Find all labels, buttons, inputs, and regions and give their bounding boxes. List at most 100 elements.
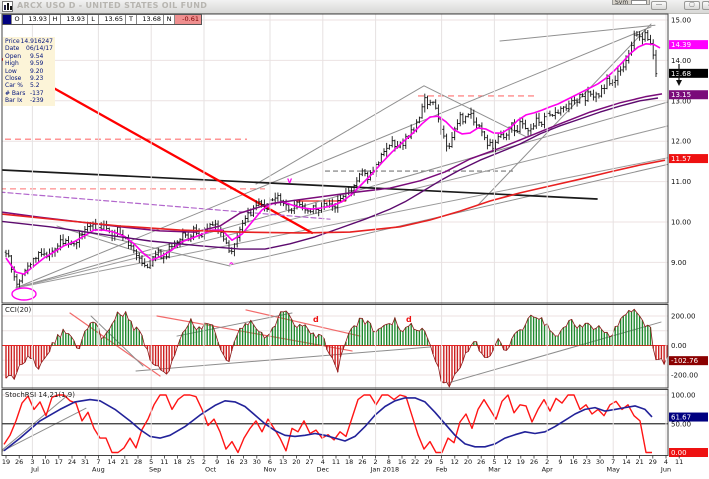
- stoch-pane-title: StochRSI 14,21(1,9): [5, 391, 75, 399]
- date-tick-label: 10: [41, 458, 49, 466]
- axis-chip-label: 0.00: [671, 449, 687, 457]
- date-tick-label: 18: [173, 458, 181, 466]
- tooltip-row: Price14.916247: [5, 38, 53, 45]
- month-label: Jul: [30, 466, 39, 474]
- cci-bars-negative: [6, 346, 667, 387]
- date-tick-label: 9: [558, 458, 562, 466]
- quote-field-value: 13.68: [137, 15, 163, 24]
- axis-label: 15.00: [671, 17, 691, 25]
- tooltip-row: Car %5.2: [5, 82, 53, 89]
- date-tick-label: 14: [622, 458, 630, 466]
- date-tick-label: 26: [358, 458, 366, 466]
- tooltip-row: Open9.54: [5, 53, 53, 60]
- axis-chip-label: 14.39: [671, 41, 691, 49]
- date-tick-label: 23: [583, 458, 591, 466]
- date-tick-label: 13: [279, 458, 287, 466]
- quote-field-label: H: [49, 15, 61, 24]
- quote-field-value: 13.65: [99, 15, 125, 24]
- tooltip-row: Low9.20: [5, 68, 53, 75]
- date-tick-label: 12: [503, 458, 511, 466]
- date-tick-label: 23: [239, 458, 247, 466]
- quote-bar: O13.93H13.93L13.65T13.68N-0.61: [2, 14, 202, 25]
- date-tick-label: 24: [68, 458, 76, 466]
- date-tick-label: 20: [292, 458, 300, 466]
- axis-label: 11.00: [671, 178, 691, 186]
- marker-annotation: d: [406, 315, 412, 324]
- marker-annotation: d: [313, 315, 319, 324]
- month-label: Sep: [149, 466, 161, 474]
- axis-chip-label: 11.57: [671, 155, 691, 163]
- axis-label: 200.00: [671, 313, 696, 321]
- date-tick-label: 18: [345, 458, 353, 466]
- date-tick-label: 22: [411, 458, 419, 466]
- quote-marker: [3, 15, 11, 24]
- chart-window: ARCX USO D - UNITED STATES OIL FUND — ▢ …: [0, 0, 709, 479]
- axis-label: 12.00: [671, 138, 691, 146]
- date-tick-label: 19: [517, 458, 525, 466]
- marker-annotation: ^: [228, 261, 235, 270]
- cci-pane[interactable]: [2, 309, 668, 387]
- quote-field-label: N: [163, 15, 175, 24]
- cci-pane-title: CCI(20): [5, 306, 31, 314]
- date-tick-label: 31: [81, 458, 89, 466]
- tooltip-row: High9.59: [5, 60, 53, 67]
- month-label: Oct: [205, 466, 217, 474]
- axis-label: -200.00: [671, 372, 698, 380]
- axis-label: 100.00: [671, 392, 696, 400]
- quote-field-label: T: [125, 15, 137, 24]
- axis-chip-label: 13.68: [671, 70, 691, 78]
- tooltip-row: Date06/14/17: [5, 45, 53, 52]
- quote-field-value: 13.93: [23, 15, 49, 24]
- date-tick-label: 14: [107, 458, 115, 466]
- stoch-pane[interactable]: [2, 395, 668, 453]
- date-tick-label: 25: [187, 458, 195, 466]
- date-tick-label: 17: [55, 458, 63, 466]
- month-label: Feb: [436, 466, 448, 474]
- date-tick-label: 28: [134, 458, 142, 466]
- date-tick-label: 26: [15, 458, 23, 466]
- month-label: Dec: [317, 466, 330, 474]
- date-tick-label: 26: [530, 458, 538, 466]
- quote-field-value: -0.61: [175, 15, 201, 24]
- axis-label: 0.00: [671, 342, 687, 350]
- data-tooltip: Price14.916247Date06/14/17Open9.54High9.…: [3, 37, 55, 106]
- month-label: Mar: [488, 466, 501, 474]
- date-tick-label: 12: [451, 458, 459, 466]
- date-tick-label: 30: [596, 458, 604, 466]
- date-tick-label: 29: [424, 458, 432, 466]
- date-tick-label: 21: [121, 458, 129, 466]
- quote-field-value: 13.93: [61, 15, 87, 24]
- tooltip-row: Close9.23: [5, 75, 53, 82]
- date-tick-label: 27: [305, 458, 313, 466]
- month-label: Aug: [92, 466, 105, 474]
- date-tick-label: 26: [477, 458, 485, 466]
- axis-chip-label: 13.15: [671, 91, 691, 99]
- date-tick-label: 11: [332, 458, 340, 466]
- date-tick-label: 16: [226, 458, 234, 466]
- date-tick-label: 19: [2, 458, 10, 466]
- axis-chip-label: -102.76: [671, 357, 699, 365]
- date-tick-label: 16: [569, 458, 577, 466]
- quote-field-label: L: [87, 15, 99, 24]
- axis-label: 10.00: [671, 219, 691, 227]
- quote-field-label: O: [11, 15, 23, 24]
- month-label: Apr: [542, 466, 554, 474]
- month-label: May: [606, 466, 620, 474]
- ema-fast-line: [6, 44, 660, 274]
- marker-annotation: v: [287, 176, 293, 185]
- chart-canvas[interactable]: ^ v d d CCI(20) StochRSI 14,21(1,9) 15.00 14.00…: [0, 0, 709, 479]
- date-tick-label: 11: [160, 458, 168, 466]
- date-tick-label: 20: [464, 458, 472, 466]
- date-tick-label: 21: [635, 458, 643, 466]
- price-pane[interactable]: [0, 20, 709, 300]
- date-tick-label: 11: [675, 458, 683, 466]
- date-tick-label: 29: [649, 458, 657, 466]
- month-label: Nov: [264, 466, 277, 474]
- tooltip-row: Bar Ix-239: [5, 97, 53, 104]
- month-label: Jun: [660, 466, 671, 474]
- cci-bars-positive: [52, 309, 650, 345]
- month-label: Jan 2018: [370, 466, 400, 474]
- axis-label: 14.00: [671, 57, 691, 65]
- tooltip-row: # Bars-137: [5, 90, 53, 97]
- axis-chip-label: 61.67: [671, 414, 691, 422]
